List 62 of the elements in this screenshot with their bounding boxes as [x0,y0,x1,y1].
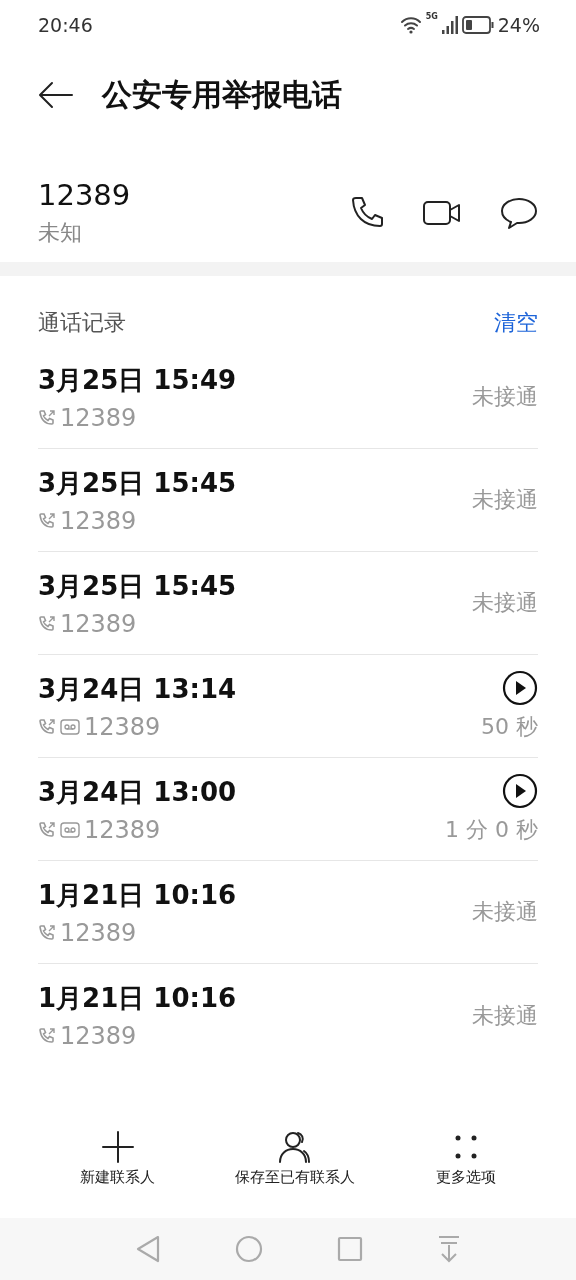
contact-label: 未知 [38,219,83,247]
message-button[interactable] [500,196,538,230]
battery-percent: 24% [497,14,540,36]
back-button[interactable] [38,81,74,109]
voicemail-icon [60,718,80,735]
call-result: 未接通 [472,1001,538,1030]
call-number: 12389 [60,506,137,535]
status-time: 20:46 [38,14,93,36]
triangle-back-icon [135,1235,161,1263]
call-datetime: 3月25日 15:45 [38,569,237,603]
square-recents-icon [337,1236,363,1262]
pull-down-icon [437,1235,461,1263]
outgoing-call-icon [38,614,56,633]
play-icon [502,773,538,809]
call-result: 未接通 [472,383,538,411]
back-arrow-icon [38,81,74,109]
section-title: 通话记录 [38,309,126,337]
play-button[interactable] [502,773,538,809]
outgoing-call-icon [38,1027,56,1045]
clear-link[interactable]: 清空 [494,308,538,338]
page-title: 公安专用举报电话 [102,75,342,114]
call-datetime: 1月21日 10:16 [38,878,237,912]
call-button[interactable] [350,196,384,230]
call-datetime: 3月25日 15:49 [38,363,237,397]
call-result: 未接通 [472,486,538,514]
battery-icon [461,16,494,34]
video-call-button[interactable] [422,199,462,227]
outgoing-call-icon [38,511,56,530]
outgoing-call-icon [38,820,56,839]
action-button[interactable]: 新建联系人 [80,1130,156,1187]
call-result: 50 秒 [481,713,538,741]
call-number: 12389 [60,609,137,638]
call-result: 未接通 [472,898,538,926]
call-result: 1 分 0 秒 [445,816,538,844]
wifi-icon [399,16,422,34]
call-datetime: 3月24日 13:14 [38,672,237,706]
phone-number: 12389 [38,178,131,212]
call-number: 12389 [60,918,137,947]
chat-bubble-icon [500,196,538,230]
plus-icon [100,1130,135,1164]
call-number: 12389 [60,1022,137,1050]
contacts-icon [278,1130,313,1164]
circle-home-icon [235,1235,263,1263]
call-number: 12389 [60,403,137,432]
voicemail-icon [60,821,80,838]
call-datetime: 1月21日 10:16 [38,982,237,1015]
play-icon [502,670,538,706]
video-camera-icon [422,199,462,227]
signal-icon [441,16,458,34]
action-button[interactable]: 更多选项 [435,1130,496,1187]
call-result: 未接通 [472,589,538,617]
outgoing-call-icon [38,408,56,427]
action-button[interactable]: 保存至已有联系人 [235,1130,356,1187]
call-datetime: 3月25日 15:45 [38,466,237,500]
outgoing-call-icon [38,923,56,942]
call-datetime: 3月24日 13:00 [38,775,237,809]
outgoing-call-icon [38,717,56,736]
play-button[interactable] [502,670,538,706]
call-number: 12389 [84,815,161,844]
call-number: 12389 [84,712,161,741]
network-type: 5G [425,12,438,21]
phone-icon [350,196,384,230]
